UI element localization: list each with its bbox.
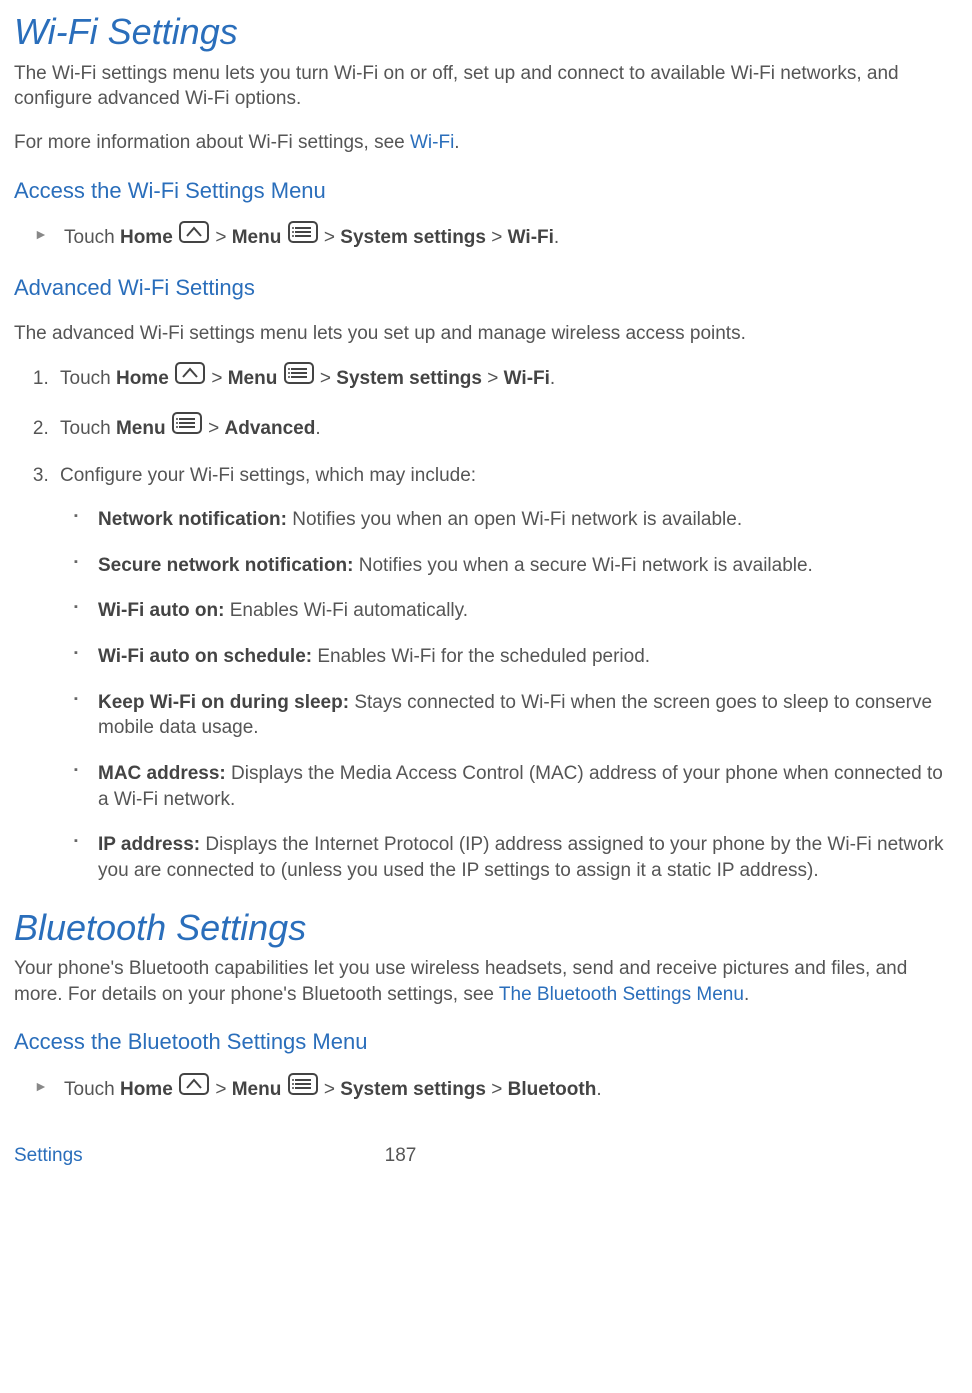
bullet-secure-notification: Secure network notification: Notifies yo…	[96, 553, 958, 579]
wifi-more-info: For more information about Wi-Fi setting…	[14, 130, 958, 156]
bullet-label: Secure network notification:	[98, 555, 353, 576]
footer-section: Settings	[14, 1143, 83, 1169]
more-info-prefix: For more information about Wi-Fi setting…	[14, 132, 410, 153]
bluetooth-label: Bluetooth	[508, 1079, 597, 1100]
wifi-label-2: Wi-Fi	[504, 368, 550, 389]
home-icon	[175, 362, 205, 392]
bt-intro-prefix: Your phone's Bluetooth capabilities let …	[14, 958, 907, 1005]
bluetooth-intro: Your phone's Bluetooth capabilities let …	[14, 956, 958, 1007]
home-icon	[179, 1073, 209, 1103]
bullet-label: Wi-Fi auto on:	[98, 600, 224, 621]
page-footer: Settings 187	[14, 1143, 958, 1169]
dot-2: .	[596, 1079, 601, 1100]
bullet-text: Enables Wi-Fi automatically.	[224, 600, 468, 621]
gt-3: >	[486, 227, 508, 248]
menu-label: Menu	[232, 227, 282, 248]
touch-text-3: Touch	[60, 418, 116, 439]
wifi-label: Wi-Fi	[508, 227, 554, 248]
access-bluetooth-heading: Access the Bluetooth Settings Menu	[14, 1027, 958, 1057]
bluetooth-settings-menu-link[interactable]: The Bluetooth Settings Menu	[499, 984, 744, 1005]
advanced-wifi-intro: The advanced Wi-Fi settings menu lets yo…	[14, 321, 958, 347]
touch-text-2: Touch	[60, 368, 116, 389]
bullet-label: IP address:	[98, 834, 200, 855]
gt-9: >	[324, 1079, 340, 1100]
bullet-text: Enables Wi-Fi for the scheduled period.	[312, 646, 650, 667]
bullet-label: MAC address:	[98, 763, 226, 784]
wifi-intro-text: The Wi-Fi settings menu lets you turn Wi…	[14, 61, 958, 112]
advanced-step-3: Configure your Wi-Fi settings, which may…	[54, 463, 958, 883]
bullet-label: Network notification:	[98, 509, 287, 530]
menu-label-3: Menu	[116, 418, 166, 439]
syssettings-label-2: System settings	[336, 368, 482, 389]
bullet-mac-address: MAC address: Displays the Media Access C…	[96, 761, 958, 812]
home-label-2: Home	[116, 368, 169, 389]
dot-1: .	[315, 418, 320, 439]
menu-icon	[284, 362, 314, 392]
advanced-wifi-heading: Advanced Wi-Fi Settings	[14, 273, 958, 303]
gt-7: >	[208, 418, 224, 439]
bullet-text: Displays the Internet Protocol (IP) addr…	[98, 834, 944, 881]
wifi-settings-heading: Wi-Fi Settings	[14, 8, 958, 57]
bullet-label: Wi-Fi auto on schedule:	[98, 646, 312, 667]
advanced-step-2: Touch Menu > Advanced.	[54, 414, 958, 444]
bullet-text: Notifies you when an open Wi-Fi network …	[287, 509, 742, 530]
advanced-step-1: Touch Home > Menu > System settings > Wi…	[54, 364, 958, 394]
syssettings-label: System settings	[340, 227, 486, 248]
touch-text: Touch	[64, 227, 120, 248]
bullet-keep-wifi-sleep: Keep Wi-Fi on during sleep: Stays connec…	[96, 690, 958, 741]
access-wifi-step: Touch Home > Menu > System settings > Wi…	[50, 223, 958, 253]
bluetooth-settings-heading: Bluetooth Settings	[14, 904, 958, 953]
wifi-link[interactable]: Wi-Fi	[410, 132, 454, 153]
step3-text: Configure your Wi-Fi settings, which may…	[60, 465, 476, 486]
bullet-wifi-auto-schedule: Wi-Fi auto on schedule: Enables Wi-Fi fo…	[96, 644, 958, 670]
home-label: Home	[120, 227, 173, 248]
gt-5: >	[320, 368, 336, 389]
syssettings-label-3: System settings	[340, 1079, 486, 1100]
more-info-suffix: .	[454, 132, 459, 153]
gt-2: >	[324, 227, 340, 248]
bt-intro-suffix: .	[744, 984, 749, 1005]
gt-10: >	[486, 1079, 508, 1100]
menu-label-2: Menu	[228, 368, 278, 389]
gt-4: >	[211, 368, 227, 389]
bullet-label: Keep Wi-Fi on during sleep:	[98, 692, 349, 713]
bullet-network-notification: Network notification: Notifies you when …	[96, 507, 958, 533]
menu-icon	[172, 412, 202, 442]
bullet-wifi-auto-on: Wi-Fi auto on: Enables Wi-Fi automatical…	[96, 598, 958, 624]
gt-8: >	[215, 1079, 231, 1100]
menu-icon	[288, 221, 318, 251]
bullet-text: Notifies you when a secure Wi-Fi network…	[353, 555, 812, 576]
touch-text-4: Touch	[64, 1079, 120, 1100]
menu-label-4: Menu	[232, 1079, 282, 1100]
home-label-3: Home	[120, 1079, 173, 1100]
footer-page-number: 187	[385, 1143, 417, 1169]
gt-6: >	[482, 368, 504, 389]
access-bluetooth-step: Touch Home > Menu > System settings > Bl…	[50, 1075, 958, 1105]
advanced-label: Advanced	[225, 418, 316, 439]
bullet-ip-address: IP address: Displays the Internet Protoc…	[96, 832, 958, 883]
gt-1: >	[215, 227, 231, 248]
home-icon	[179, 221, 209, 251]
access-wifi-heading: Access the Wi-Fi Settings Menu	[14, 176, 958, 206]
menu-icon	[288, 1073, 318, 1103]
